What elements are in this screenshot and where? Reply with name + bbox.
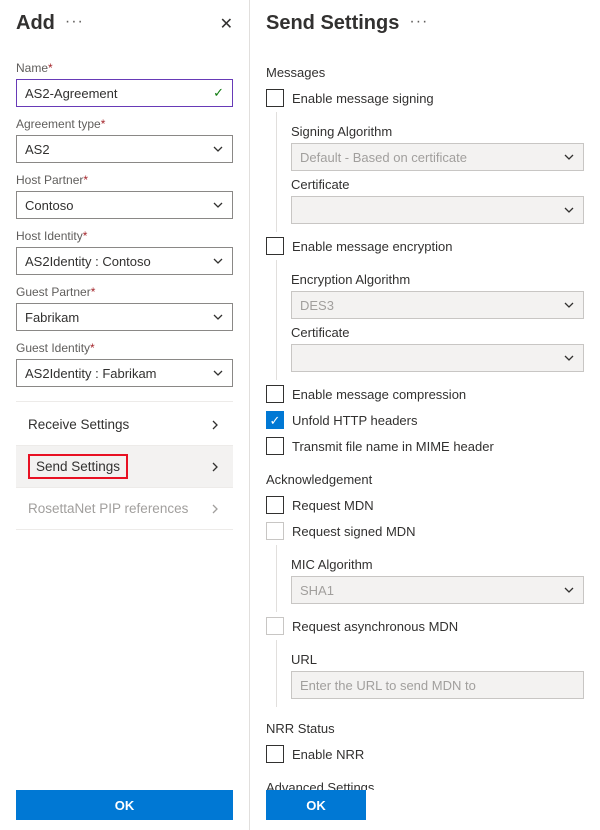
add-title: Add [16,12,55,35]
nrr-section-title: NRR Status [266,721,584,736]
encryption-certificate-select[interactable] [291,344,584,372]
chk-enable-encryption[interactable]: Enable message encryption [266,234,584,258]
chk-enable-nrr[interactable]: Enable NRR [266,742,584,766]
checkbox-icon [266,617,284,635]
signing-algorithm-select[interactable]: Default - Based on certificate [291,143,584,171]
check-icon: ✓ [213,85,224,101]
encryption-algorithm-select[interactable]: DES3 [291,291,584,319]
send-settings-header: Send Settings ··· [266,12,584,35]
url-input[interactable]: Enter the URL to send MDN to [291,671,584,699]
chevron-down-icon [563,151,575,163]
host-partner-label: Host Partner* [16,173,233,187]
mic-algorithm-label: MIC Algorithm [291,557,584,572]
url-group: URL Enter the URL to send MDN to [276,640,584,707]
chevron-down-icon [563,352,575,364]
chk-request-signed-mdn[interactable]: Request signed MDN [266,519,584,543]
chevron-down-icon [563,204,575,216]
chevron-down-icon [212,143,224,155]
chevron-down-icon [212,311,224,323]
add-header: Add ··· ✕ [16,12,233,35]
checkbox-icon [266,437,284,455]
add-pane: Add ··· ✕ Name* AS2-Agreement ✓ Agreemen… [0,0,250,830]
chevron-right-icon [209,419,221,431]
url-label: URL [291,652,584,667]
chevron-down-icon [212,367,224,379]
signing-certificate-label: Certificate [291,177,584,192]
ok-button[interactable]: OK [266,790,366,820]
checkbox-icon [266,496,284,514]
advanced-section-title: Advanced Settings [266,780,584,790]
agreement-type-select[interactable]: AS2 [16,135,233,163]
more-icon[interactable]: ··· [409,13,428,31]
chevron-right-icon [209,503,221,515]
checkbox-icon [266,237,284,255]
chevron-down-icon [563,299,575,311]
name-label: Name* [16,61,233,75]
chk-unfold-http[interactable]: Unfold HTTP headers [266,408,584,432]
agreement-type-label: Agreement type* [16,117,233,131]
mic-algorithm-select[interactable]: SHA1 [291,576,584,604]
checkbox-icon [266,745,284,763]
ack-section-title: Acknowledgement [266,472,584,487]
nav-section: Receive Settings Send Settings RosettaNe… [16,401,233,530]
chevron-right-icon [209,461,221,473]
guest-identity-label: Guest Identity* [16,341,233,355]
nav-send-settings[interactable]: Send Settings [16,446,233,488]
checkbox-icon [266,522,284,540]
send-settings-pane: Send Settings ··· Messages Enable messag… [250,0,600,830]
close-icon[interactable]: ✕ [220,14,233,34]
host-partner-select[interactable]: Contoso [16,191,233,219]
signing-algorithm-label: Signing Algorithm [291,124,584,139]
ok-button[interactable]: OK [16,790,233,820]
more-icon[interactable]: ··· [65,13,84,31]
signing-group: Signing Algorithm Default - Based on cer… [276,112,584,232]
guest-identity-select[interactable]: AS2Identity : Fabrikam [16,359,233,387]
messages-section-title: Messages [266,65,584,80]
chevron-down-icon [212,255,224,267]
guest-partner-select[interactable]: Fabrikam [16,303,233,331]
checkbox-icon [266,89,284,107]
host-identity-label: Host Identity* [16,229,233,243]
nav-receive-settings[interactable]: Receive Settings [16,404,233,446]
chevron-down-icon [563,584,575,596]
chk-enable-compression[interactable]: Enable message compression [266,382,584,406]
encryption-certificate-label: Certificate [291,325,584,340]
chk-enable-signing[interactable]: Enable message signing [266,86,584,110]
signing-certificate-select[interactable] [291,196,584,224]
chevron-down-icon [212,199,224,211]
host-identity-select[interactable]: AS2Identity : Contoso [16,247,233,275]
chk-request-async-mdn[interactable]: Request asynchronous MDN [266,614,584,638]
send-settings-title: Send Settings [266,12,399,35]
chk-transmit-filename[interactable]: Transmit file name in MIME header [266,434,584,458]
name-input[interactable]: AS2-Agreement ✓ [16,79,233,107]
encryption-group: Encryption Algorithm DES3 Certificate [276,260,584,380]
mic-group: MIC Algorithm SHA1 [276,545,584,612]
checkbox-icon [266,385,284,403]
checkbox-icon [266,411,284,429]
encryption-algorithm-label: Encryption Algorithm [291,272,584,287]
guest-partner-label: Guest Partner* [16,285,233,299]
nav-rosettanet-pip[interactable]: RosettaNet PIP references [16,488,233,530]
chk-request-mdn[interactable]: Request MDN [266,493,584,517]
